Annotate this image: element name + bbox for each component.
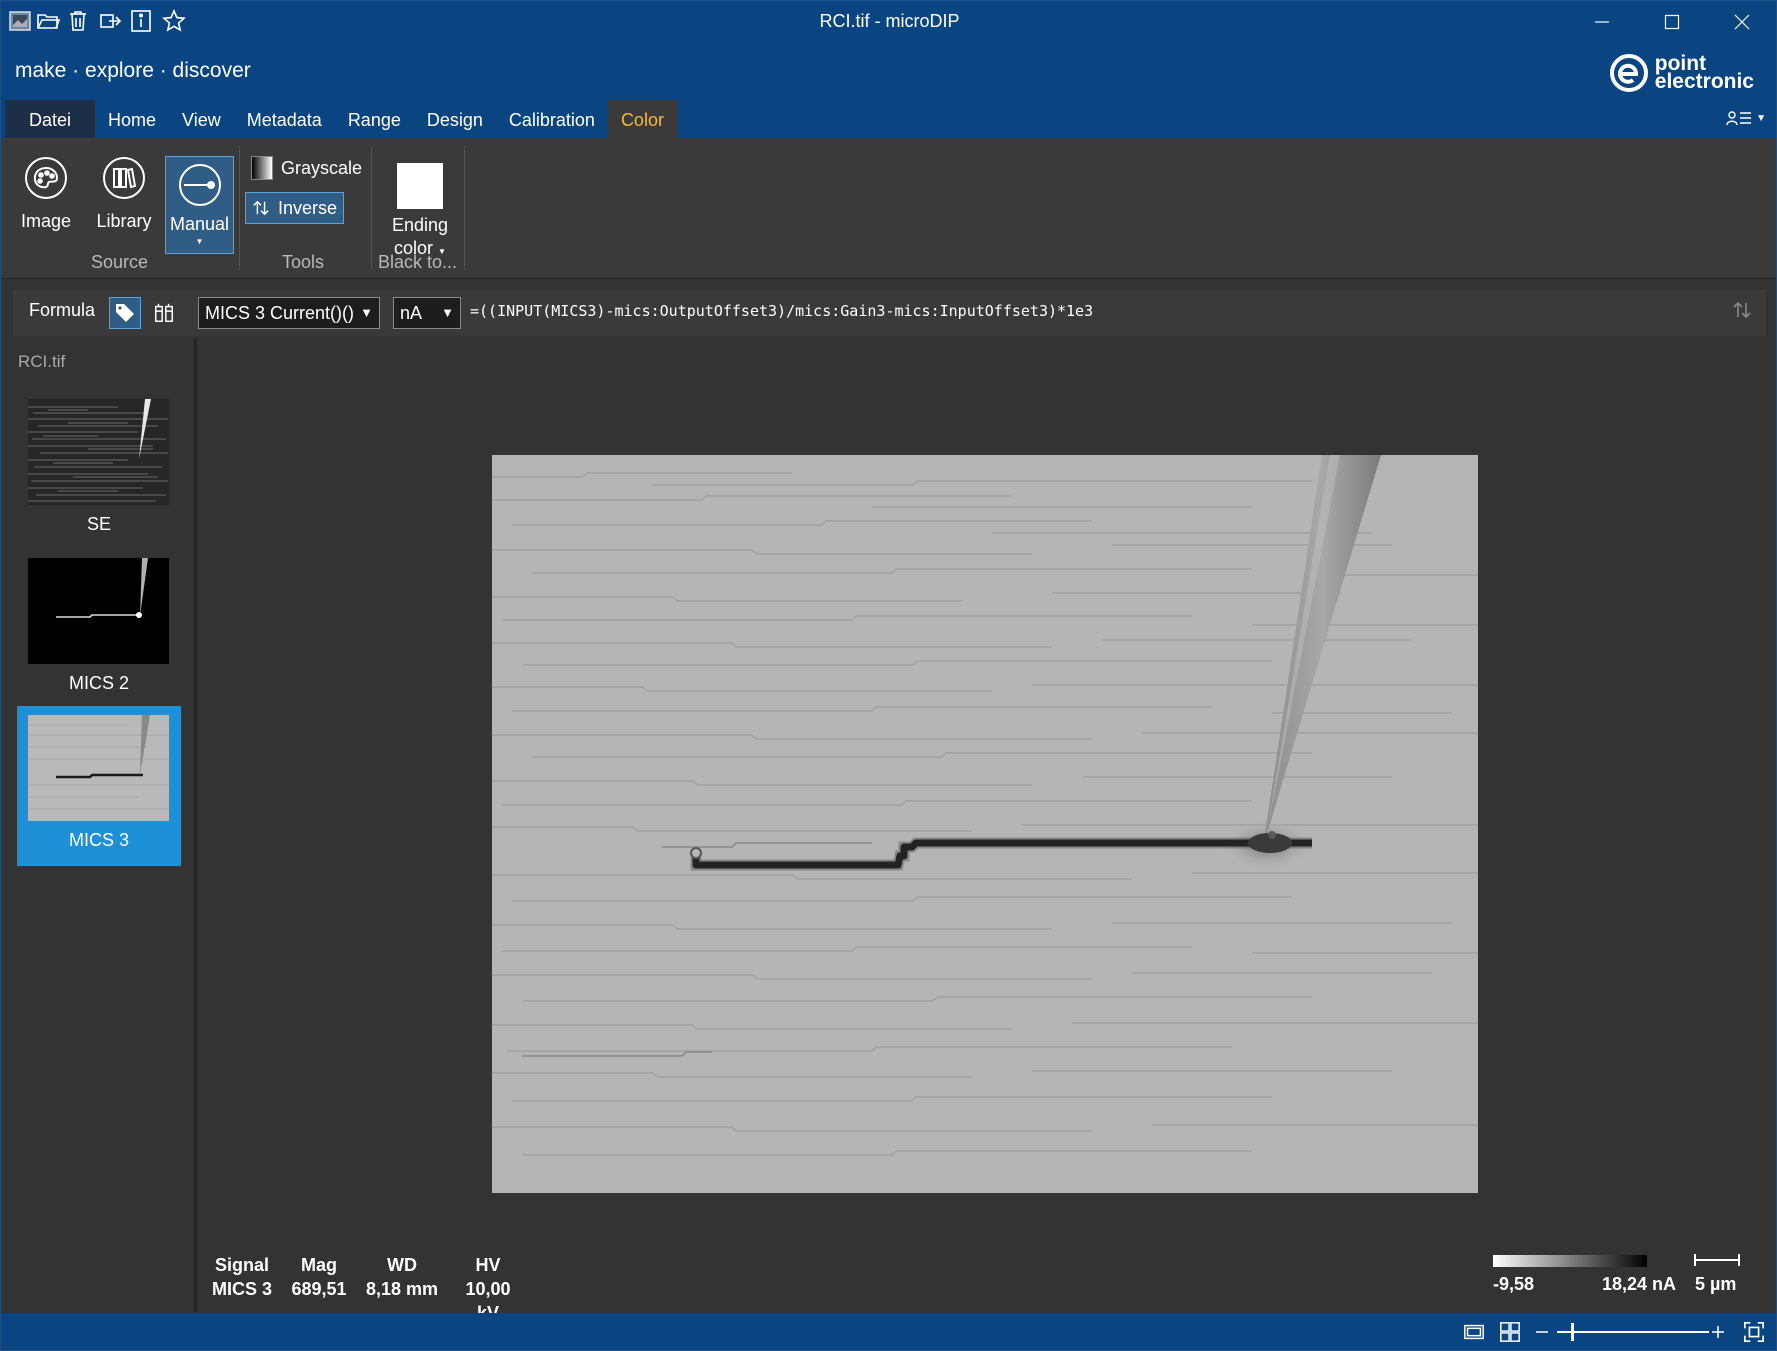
wd-label: WD	[387, 1255, 417, 1275]
color-bar-max: 18,24 nA	[1602, 1274, 1677, 1294]
channel-item-mics-2[interactable]: MICS 2	[17, 549, 181, 709]
formula-bar: Formula MICS 3 Current()() ▼ nA ▼ =((INP…	[13, 290, 1766, 336]
manual-source-button[interactable]: Manual ▼	[165, 156, 234, 254]
wd-value: 8,18 mm	[365, 1279, 439, 1299]
thumbnail-se	[28, 399, 169, 505]
thumbnail-mics-2	[28, 558, 169, 664]
tab-range[interactable]: Range	[335, 100, 414, 138]
signal-select-value: MICS 3 Current()()	[205, 303, 355, 323]
brand-logo: point electronic	[1609, 53, 1754, 93]
single-view-icon[interactable]	[1461, 1319, 1487, 1345]
channel-item-se[interactable]: SE	[17, 390, 181, 550]
library-source-label: Library	[96, 211, 152, 231]
status-bar	[1, 1313, 1776, 1350]
source-group-label: Source	[91, 252, 149, 272]
hv-label: HV	[475, 1255, 501, 1275]
tab-datei[interactable]: Datei	[5, 100, 96, 138]
chevron-down-icon: ▼	[360, 305, 373, 320]
title-bar: RCI.tif - microDIP make · explore · disc…	[1, 1, 1776, 138]
sem-image[interactable]	[492, 455, 1478, 1193]
scale-bar-label: 5 µm	[1695, 1274, 1737, 1294]
fit-screen-icon[interactable]	[1741, 1319, 1767, 1345]
maximize-button[interactable]	[1647, 7, 1697, 37]
thumbnail-mics-3	[28, 715, 169, 821]
zoom-out-icon[interactable]	[1529, 1319, 1555, 1345]
brand-name: point electronic	[1654, 52, 1754, 93]
slider-line-icon	[178, 164, 221, 206]
color-bar-min: -9,58	[1493, 1274, 1535, 1294]
tab-home[interactable]: Home	[95, 100, 169, 138]
tab-color[interactable]: Color	[607, 100, 677, 138]
tags-icon[interactable]	[109, 297, 141, 329]
point-electronic-logo-icon	[1609, 54, 1648, 92]
signal-value: MICS 3	[212, 1279, 273, 1299]
grayscale-label: Grayscale	[281, 157, 363, 178]
chevron-down-icon: ▼	[441, 305, 454, 320]
channel-label: MICS 2	[68, 673, 129, 693]
window-title: RCI.tif - microDIP	[819, 11, 960, 31]
scale-bar-icon	[1694, 1254, 1740, 1266]
app-window: RCI.tif - microDIP make · explore · disc…	[0, 0, 1777, 1351]
channel-label: SE	[86, 514, 111, 534]
image-canvas: Signal MICS 3 Mag 689,51 WD 8,18 mm HV 1…	[200, 338, 1766, 1323]
grid-view-icon[interactable]	[1497, 1319, 1523, 1345]
minimize-button[interactable]	[1577, 7, 1627, 37]
black-to-group-label: Black to...	[378, 252, 458, 272]
library-source-button[interactable]: Library	[89, 156, 159, 251]
signal-meta: Signal MICS 3	[212, 1253, 272, 1301]
tab-metadata[interactable]: Metadata	[234, 100, 335, 138]
ending-color-button[interactable]: Ending color ▼	[382, 163, 458, 258]
ending-color-swatch	[397, 163, 443, 209]
formula-label: Formula	[29, 300, 96, 320]
swap-vertical-icon	[253, 200, 269, 216]
formula-input[interactable]: =((INPUT(MICS3)-mics:OutputOffset3)/mics…	[470, 302, 1093, 320]
wd-meta: WD 8,18 mm	[365, 1253, 439, 1301]
ribbon-separator	[371, 146, 372, 270]
channel-item-mics-3[interactable]: MICS 3	[17, 706, 181, 866]
mag-value: 689,51	[291, 1279, 347, 1299]
signal-select[interactable]: MICS 3 Current()() ▼	[198, 297, 380, 329]
ribbon: Image Library Manual ▼ Source Grayscale	[1, 138, 1776, 279]
tagline: make · explore · discover	[15, 59, 251, 82]
columns-icon[interactable]	[148, 297, 180, 329]
tab-design[interactable]: Design	[414, 100, 496, 138]
chevron-down-icon: ▼	[1756, 112, 1766, 124]
grayscale-gradient-icon	[251, 156, 273, 180]
zoom-slider-thumb[interactable]	[1570, 1323, 1574, 1341]
inverse-button[interactable]: Inverse	[245, 192, 344, 224]
ribbon-tabs: Datei Home View Metadata Range Design Ca…	[5, 100, 677, 138]
channel-panel: RCI.tif SE MICS 2 MICS 3	[1, 338, 197, 1312]
palette-icon	[25, 157, 67, 199]
ribbon-separator	[239, 146, 240, 270]
grayscale-button[interactable]: Grayscale	[245, 152, 368, 184]
file-name: RCI.tif	[18, 352, 66, 371]
tools-group-label: Tools	[282, 252, 325, 272]
tab-calibration[interactable]: Calibration	[496, 100, 608, 138]
chevron-down-icon: ▼	[195, 237, 204, 246]
channel-label: MICS 3	[68, 830, 129, 850]
signal-label: Signal	[214, 1255, 269, 1275]
ribbon-separator	[464, 146, 465, 270]
inverse-label: Inverse	[277, 197, 337, 218]
unit-select-value: nA	[400, 303, 423, 323]
image-source-label: Image	[20, 211, 72, 231]
color-bar	[1493, 1255, 1647, 1267]
image-source-button[interactable]: Image	[11, 156, 81, 251]
zoom-slider[interactable]	[1557, 1331, 1709, 1333]
tab-view[interactable]: View	[169, 100, 234, 138]
unit-select[interactable]: nA ▼	[393, 297, 461, 329]
mag-label: Mag	[301, 1255, 337, 1275]
library-icon	[103, 157, 145, 199]
close-button[interactable]	[1717, 7, 1767, 37]
user-menu-button[interactable]: ▼	[1726, 109, 1766, 127]
mag-meta: Mag 689,51	[288, 1253, 350, 1301]
ending-color-label: Ending	[391, 215, 449, 235]
zoom-in-icon[interactable]	[1705, 1319, 1731, 1345]
manual-source-label: Manual	[169, 214, 230, 234]
sort-icon[interactable]	[1732, 300, 1752, 325]
user-list-icon	[1726, 111, 1752, 126]
